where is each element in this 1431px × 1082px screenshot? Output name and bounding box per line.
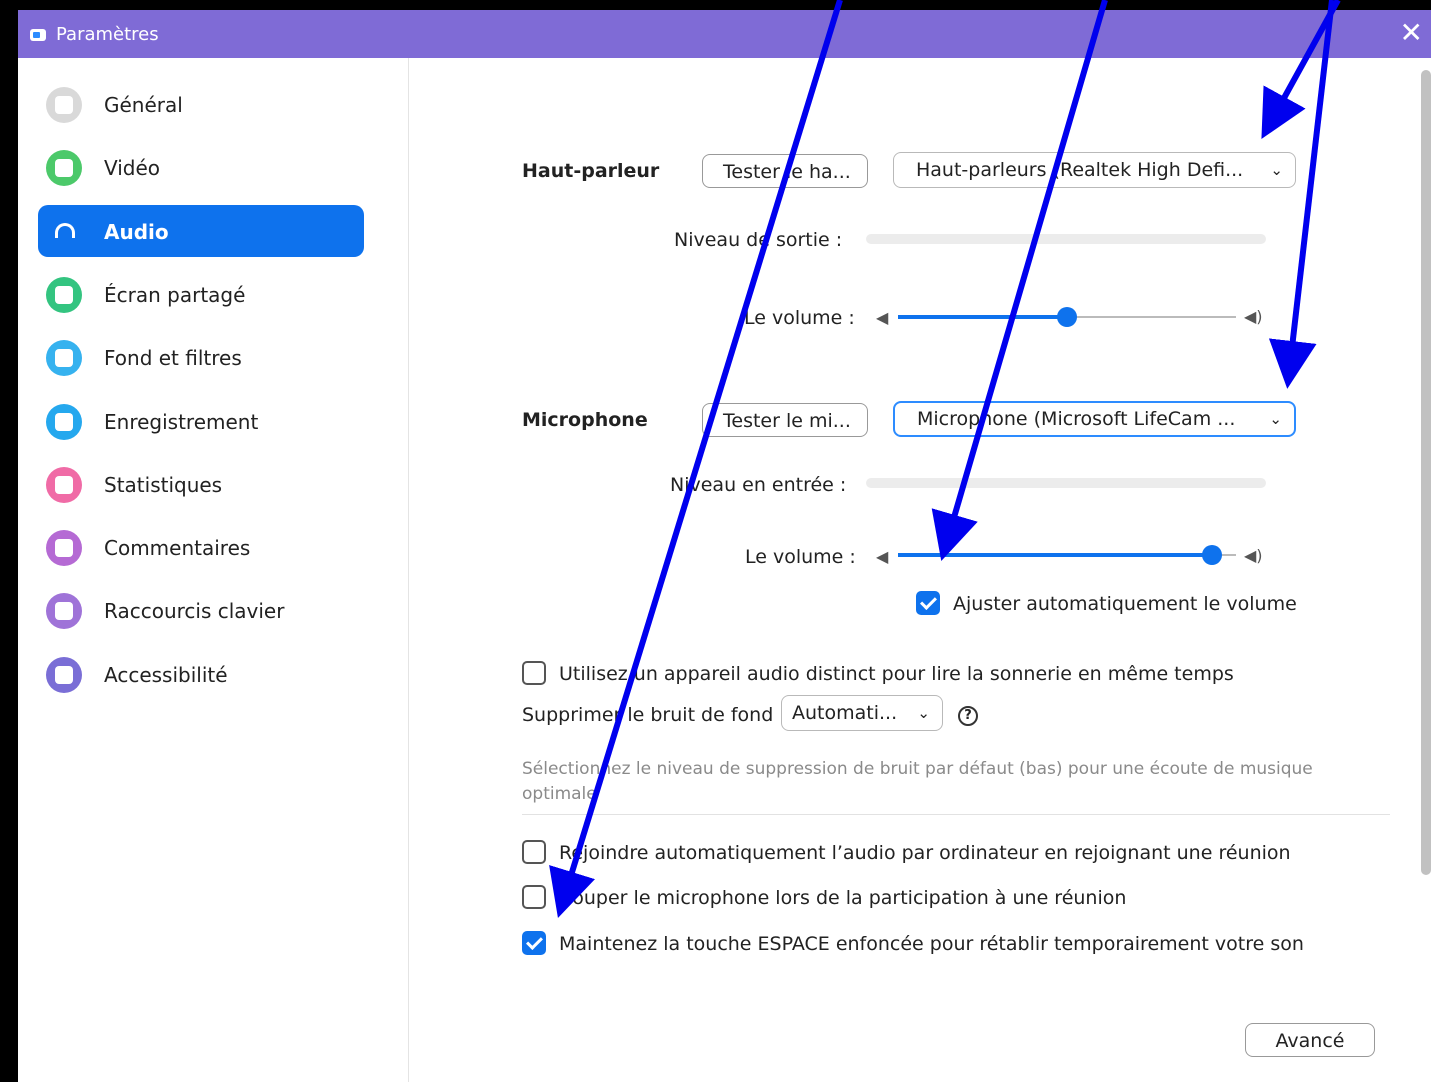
annotation-arrow [931, 0, 1108, 562]
annotation-arrow [549, 0, 843, 918]
annotation-arrows [549, 0, 1341, 918]
